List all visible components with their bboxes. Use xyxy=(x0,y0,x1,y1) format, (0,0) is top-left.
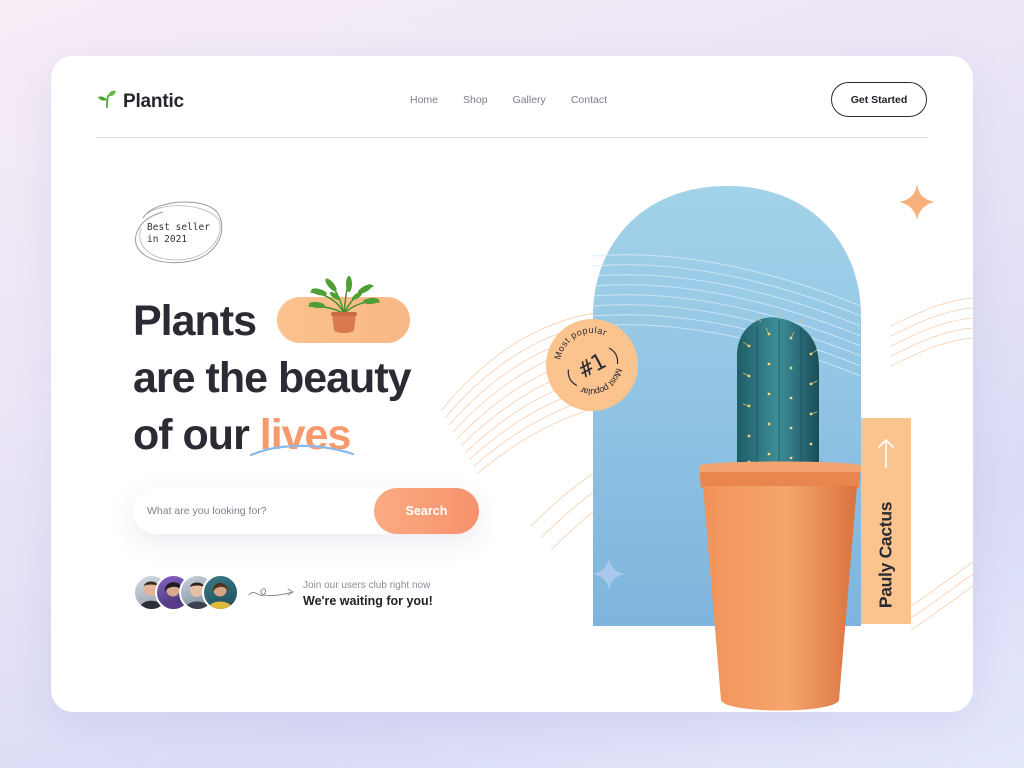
curly-arrow-icon xyxy=(248,588,294,597)
search-bar: Search xyxy=(133,488,479,534)
brand-logo[interactable]: Plantic xyxy=(97,90,184,113)
best-seller-line1: Best seller xyxy=(147,222,210,233)
most-popular-badge: Most popular Most popular #1 xyxy=(545,318,638,411)
club-title: We're waiting for you! xyxy=(303,594,433,608)
header-divider xyxy=(97,137,927,138)
avatar xyxy=(202,574,239,611)
best-seller-badge: Best seller in 2021 xyxy=(133,198,227,264)
headline-line-3-prefix: of our xyxy=(133,411,260,459)
main-nav: Home Shop Gallery Contact xyxy=(410,94,607,106)
underline-swoosh-icon xyxy=(249,444,355,457)
hero-headline: Plants are the beauty of our lives xyxy=(133,293,412,464)
nav-gallery[interactable]: Gallery xyxy=(513,94,546,106)
brand-name: Plantic xyxy=(123,90,184,112)
best-seller-line2: in 2021 xyxy=(147,234,188,245)
nav-shop[interactable]: Shop xyxy=(463,94,488,106)
search-input[interactable] xyxy=(147,500,367,522)
headline-line-2: are the beauty xyxy=(133,354,412,402)
headline-line-1: Plants xyxy=(133,297,257,345)
club-subtitle: Join our users club right now xyxy=(303,580,431,591)
landing-card: Plantic Home Shop Gallery Contact Get St… xyxy=(51,56,973,712)
product-name: Pauly Cactus xyxy=(875,501,896,609)
nav-home[interactable]: Home xyxy=(410,94,438,106)
nav-contact[interactable]: Contact xyxy=(571,94,607,106)
product-name-tag[interactable]: Pauly Cactus xyxy=(861,418,911,624)
arrow-up-icon xyxy=(878,439,894,468)
get-started-button[interactable]: Get Started xyxy=(831,82,927,117)
best-seller-text: Best seller in 2021 xyxy=(147,222,227,246)
sprout-icon xyxy=(97,90,117,113)
